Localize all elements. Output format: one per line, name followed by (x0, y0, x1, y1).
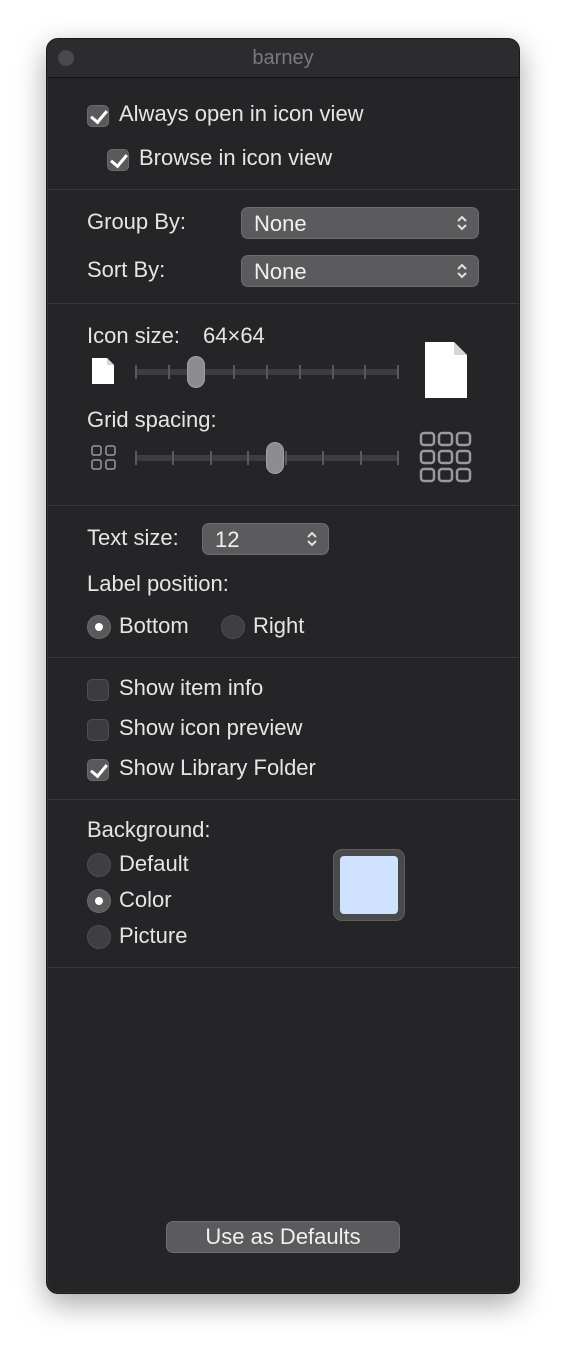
wide-grid-icon (419, 431, 472, 483)
slider-tick (332, 365, 334, 379)
checkmark-icon (90, 105, 108, 125)
browse-checkbox[interactable] (107, 149, 129, 171)
show-library-folder-label: Show Library Folder (119, 755, 316, 780)
slider-tick (247, 451, 249, 465)
divider (47, 967, 519, 968)
icon-size-slider-knob[interactable] (187, 356, 205, 388)
group-by-label: Group By: (87, 209, 187, 234)
background-color-well[interactable] (333, 849, 405, 921)
divider (47, 505, 519, 506)
background-color-swatch (340, 856, 398, 914)
text-size-label: Text size: (87, 525, 179, 550)
label-position-bottom-radio[interactable] (87, 615, 111, 639)
show-icon-preview-label: Show icon preview (119, 715, 303, 740)
radio-dot (95, 897, 103, 905)
background-picture-label: Picture (119, 923, 188, 948)
background-label: Background: (87, 817, 211, 842)
tight-grid-icon (91, 445, 116, 470)
slider-tick (397, 451, 399, 465)
slider-tick (364, 365, 366, 379)
background-picture-radio[interactable] (87, 925, 111, 949)
chevron-updown-icon (307, 531, 317, 547)
show-item-info-checkbox[interactable] (87, 679, 109, 701)
background-default-label: Default (119, 851, 189, 876)
background-default-radio[interactable] (87, 853, 111, 877)
label-position-right-label: Right (253, 613, 305, 638)
slider-tick (322, 451, 324, 465)
slider-tick (168, 365, 170, 379)
sort-by-value: None (254, 259, 307, 284)
radio-dot (95, 623, 103, 631)
checkmark-icon (110, 149, 128, 169)
divider (47, 189, 519, 190)
slider-tick (266, 365, 268, 379)
sort-by-label: Sort By: (87, 257, 166, 282)
slider-tick (299, 365, 301, 379)
text-size-select[interactable]: 12 (202, 523, 329, 555)
group-by-value: None (254, 211, 307, 236)
divider (47, 799, 519, 800)
checkmark-icon (90, 759, 108, 779)
divider (47, 657, 519, 658)
slider-tick (233, 365, 235, 379)
divider (47, 303, 519, 304)
show-item-info-label: Show item info (119, 675, 264, 700)
view-options-window: barney Always open in icon view Browse i… (46, 38, 520, 1294)
slider-tick (135, 365, 137, 379)
large-document-icon (425, 342, 467, 398)
label-position-right-radio[interactable] (221, 615, 245, 639)
title-bar[interactable]: barney (47, 39, 519, 78)
group-by-select[interactable]: None (241, 207, 479, 239)
always-open-checkbox[interactable] (87, 105, 109, 127)
text-size-value: 12 (215, 527, 240, 552)
window-title: barney (252, 47, 314, 69)
slider-tick (172, 451, 174, 465)
chevron-updown-icon (457, 263, 467, 279)
grid-spacing-slider[interactable] (135, 442, 399, 474)
background-color-label: Color (119, 887, 172, 912)
use-as-defaults-button[interactable]: Use as Defaults (166, 1221, 400, 1253)
slider-tick (397, 365, 399, 379)
chevron-updown-icon (457, 215, 467, 231)
slider-tick (285, 451, 287, 465)
grid-spacing-slider-knob[interactable] (266, 442, 284, 474)
label-position-bottom-label: Bottom (119, 613, 189, 638)
icon-size-value: 64×64 (203, 323, 265, 348)
slider-tick (360, 451, 362, 465)
slider-tick (210, 451, 212, 465)
background-color-radio[interactable] (87, 889, 111, 913)
browse-label: Browse in icon view (139, 145, 333, 170)
grid-spacing-label: Grid spacing: (87, 407, 217, 432)
label-position-label: Label position: (87, 571, 229, 596)
show-library-folder-checkbox[interactable] (87, 759, 109, 781)
small-document-icon (92, 358, 114, 384)
always-open-label: Always open in icon view (119, 101, 364, 126)
sort-by-select[interactable]: None (241, 255, 479, 287)
icon-size-label: Icon size: (87, 323, 180, 348)
slider-tick (135, 451, 137, 465)
icon-size-slider[interactable] (135, 356, 399, 388)
show-icon-preview-checkbox[interactable] (87, 719, 109, 741)
